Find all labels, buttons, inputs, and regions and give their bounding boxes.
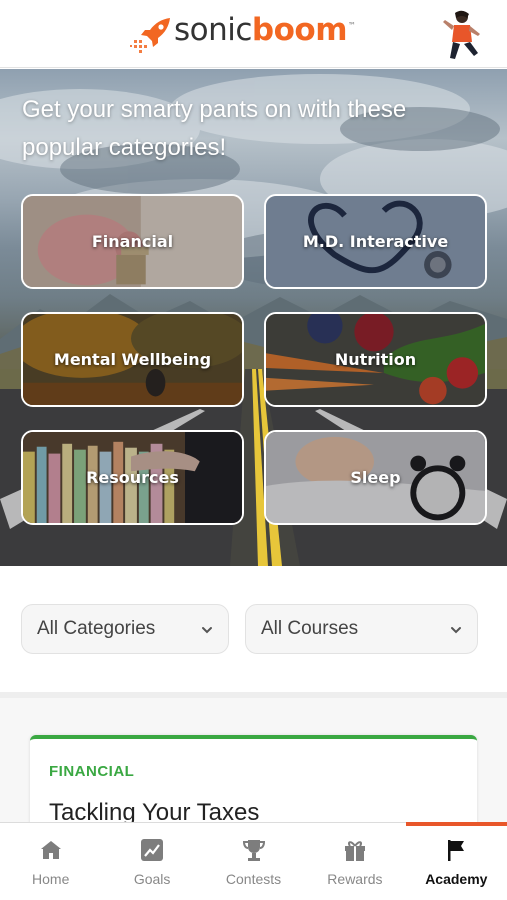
brand-boom: boom xyxy=(251,12,348,48)
nav-academy[interactable]: Academy xyxy=(405,822,507,900)
flag-icon xyxy=(448,840,465,861)
category-label-sleep: Sleep xyxy=(350,468,401,487)
nav-goals[interactable]: Goals xyxy=(101,823,202,900)
category-label-resources: Resources xyxy=(86,468,179,487)
rocket-icon xyxy=(130,18,170,53)
course-category: FINANCIAL xyxy=(49,763,135,780)
course-card[interactable]: FINANCIAL Tackling Your Taxes xyxy=(30,735,477,835)
trademark-mark: ™ xyxy=(348,21,356,30)
category-label-financial: Financial xyxy=(91,232,174,251)
category-label-nutrition: Nutrition xyxy=(334,350,417,369)
nav-contests-label: Contests xyxy=(225,871,282,887)
category-filter-select[interactable]: All Categories xyxy=(21,604,229,654)
category-tile-mental-wellbeing[interactable]: Mental Wellbeing xyxy=(21,312,244,407)
gift-icon xyxy=(344,841,365,861)
nav-home[interactable]: Home xyxy=(0,823,101,900)
brand-name: sonicboom™ xyxy=(174,10,356,58)
nav-goals-label: Goals xyxy=(133,871,171,887)
chevron-down-icon xyxy=(451,627,461,634)
category-tile-financial[interactable]: Financial xyxy=(21,194,244,289)
nav-home-label: Home xyxy=(32,871,70,887)
user-avatar[interactable] xyxy=(440,8,486,62)
bottom-navigation: Home Goals Contests Rewards Academy xyxy=(0,822,507,900)
category-label-md-interactive: M.D. Interactive xyxy=(302,232,449,251)
course-filter-value: All Courses xyxy=(261,618,359,639)
hero-banner: Get your smarty pants on with these popu… xyxy=(0,69,507,566)
brand-sonic: sonic xyxy=(174,12,252,48)
nav-rewards[interactable]: Rewards xyxy=(304,823,405,900)
chevron-down-icon xyxy=(202,627,212,634)
category-filter-value: All Categories xyxy=(37,618,156,639)
trophy-icon xyxy=(242,840,265,861)
course-list: FINANCIAL Tackling Your Taxes xyxy=(0,698,507,835)
app-header: sonicboom™ xyxy=(0,0,507,68)
nav-academy-label: Academy xyxy=(425,871,488,887)
category-tile-sleep[interactable]: Sleep xyxy=(264,430,487,525)
hero-title: Get your smarty pants on with these popu… xyxy=(22,96,407,161)
sonicboom-logo[interactable]: sonicboom™ xyxy=(130,12,356,54)
nav-rewards-label: Rewards xyxy=(327,871,383,887)
category-tile-md-interactive[interactable]: M.D. Interactive xyxy=(264,194,487,289)
nav-contests[interactable]: Contests xyxy=(203,823,304,900)
category-tile-nutrition[interactable]: Nutrition xyxy=(264,312,487,407)
category-label-mental-wellbeing: Mental Wellbeing xyxy=(53,350,212,369)
course-filter-select[interactable]: All Courses xyxy=(245,604,478,654)
home-icon xyxy=(40,841,61,859)
filter-bar: All Categories All Courses xyxy=(0,566,507,692)
category-tile-resources[interactable]: Resources xyxy=(21,430,244,525)
chart-icon xyxy=(141,839,164,861)
